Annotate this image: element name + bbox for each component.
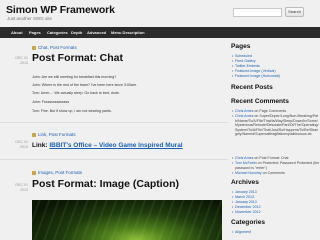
post-title-prefix: Link: (32, 142, 50, 149)
post-categories[interactable]: Chat, Post Formats (32, 45, 77, 50)
sidebar-page-link[interactable]: Scheduled (232, 54, 252, 58)
archive-link[interactable]: December 2012 (232, 205, 261, 209)
recent-comment: Tom McFarlin on Protected: Password Prot… (232, 161, 320, 170)
post-categories[interactable]: Link, Post Formats (32, 132, 76, 137)
chat-line: John: Fssssssssssssss (32, 100, 70, 104)
comment-author[interactable]: Chris Ames (235, 109, 253, 113)
comment-text[interactable]: on Page Comments (253, 109, 286, 113)
nav-item-menu-description[interactable]: Menu Description (111, 27, 145, 38)
archive-link[interactable]: November 2012 (232, 210, 261, 214)
category-link[interactable]: Alignment (232, 230, 251, 234)
recent-comment: Chris Ames on Post Format: Chat (232, 156, 289, 160)
post-divider (0, 122, 228, 123)
post-categories[interactable]: Images, Post Formats (32, 170, 82, 175)
sidebar: Pages Scheduled Feed Gallery Twitter Emb… (231, 43, 320, 240)
folder-icon (32, 45, 36, 50)
widget-title-categories: Categories (231, 219, 266, 226)
archive-link[interactable]: March 2013 (232, 195, 254, 199)
recent-comment: Chris Ames on Super/Duper/Long/Non-Break… (232, 114, 320, 137)
recent-comment: Chris Ames on Page Comments (232, 109, 286, 113)
widget-title-recent-posts: Recent Posts (231, 84, 273, 91)
archive-link[interactable]: January 2013 (232, 200, 257, 204)
post-title: Link: IBBIT's Office – Video Game Inspir… (32, 142, 183, 149)
post-title-link[interactable]: IBBIT's Office – Video Game Inspired Mur… (49, 142, 182, 149)
post-title[interactable]: Post Format: Chat (32, 52, 123, 64)
sidebar-page-link[interactable]: Featured Image (Vertical) (232, 69, 276, 73)
search-input[interactable] (233, 8, 282, 17)
nav-item-categories[interactable]: Categories (47, 27, 68, 38)
nav-item-depth[interactable]: Depth (71, 27, 82, 38)
recent-comment: Michael Novotny on Comments (232, 171, 285, 175)
post-categories-text[interactable]: Images, Post Formats (38, 170, 82, 175)
featured-image[interactable] (32, 200, 222, 240)
post-divider (0, 159, 228, 160)
sidebar-page-link[interactable]: Twitter Embeds (232, 64, 260, 68)
sidebar-page-link[interactable]: Featured Image (Horizontal) (232, 74, 280, 78)
widget-title-archives: Archives (231, 179, 259, 186)
comment-author[interactable]: Chris Ames (235, 156, 253, 160)
site-header: Simon WP Framework Just another SWG site… (0, 0, 320, 26)
folder-icon (32, 170, 36, 175)
archive-link[interactable]: January 2013 (232, 190, 257, 194)
post-title[interactable]: Post Format: Image (Caption) (32, 178, 179, 190)
site-title[interactable]: Simon WP Framework (6, 4, 115, 16)
chat-line: Tom: Fine. But if show up, I am not wear… (32, 109, 112, 113)
widget-title-recent-comments: Recent Comments (231, 98, 289, 105)
comment-author[interactable]: Chris Ames (235, 114, 253, 118)
folder-icon (32, 132, 36, 137)
sidebar-page-link[interactable]: Feed Gallery (232, 59, 256, 63)
post-date: DEC 01 2013 (15, 183, 28, 192)
widget-title-pages: Pages (231, 43, 251, 50)
image-light-rays (32, 200, 222, 240)
comment-author[interactable]: Michael Novotny (235, 171, 262, 175)
nav-item-advanced[interactable]: Advanced (87, 27, 106, 38)
comment-author[interactable]: Tom McFarlin (235, 161, 257, 165)
post-categories-text[interactable]: Link, Post Formats (38, 132, 76, 137)
post-date: DEC 01 2013 (15, 140, 28, 149)
nav-item-about[interactable]: About (11, 27, 23, 38)
chat-line: John: Are we still meeting for breakfast… (32, 75, 117, 79)
content-area: DEC 01 2013 Chat, Post Formats Post Form… (0, 43, 228, 240)
chat-line: Tom: Umm.... We actually sleep. Go back … (32, 91, 120, 95)
post-categories-text[interactable]: Chat, Post Formats (38, 45, 77, 50)
main-navigation: About Pages Categories Depth Advanced Me… (0, 27, 320, 38)
search-button[interactable]: Search (285, 7, 304, 17)
comment-text[interactable]: on Comments (262, 171, 285, 175)
site-tagline: Just another SWG site (7, 16, 53, 21)
comment-text[interactable]: on Post Format: Chat (253, 156, 288, 160)
nav-item-pages[interactable]: Pages (29, 27, 41, 38)
chat-line: John: Where is the rest of the team? I'v… (32, 83, 137, 87)
post-date: DEC 01 2013 (15, 56, 28, 65)
